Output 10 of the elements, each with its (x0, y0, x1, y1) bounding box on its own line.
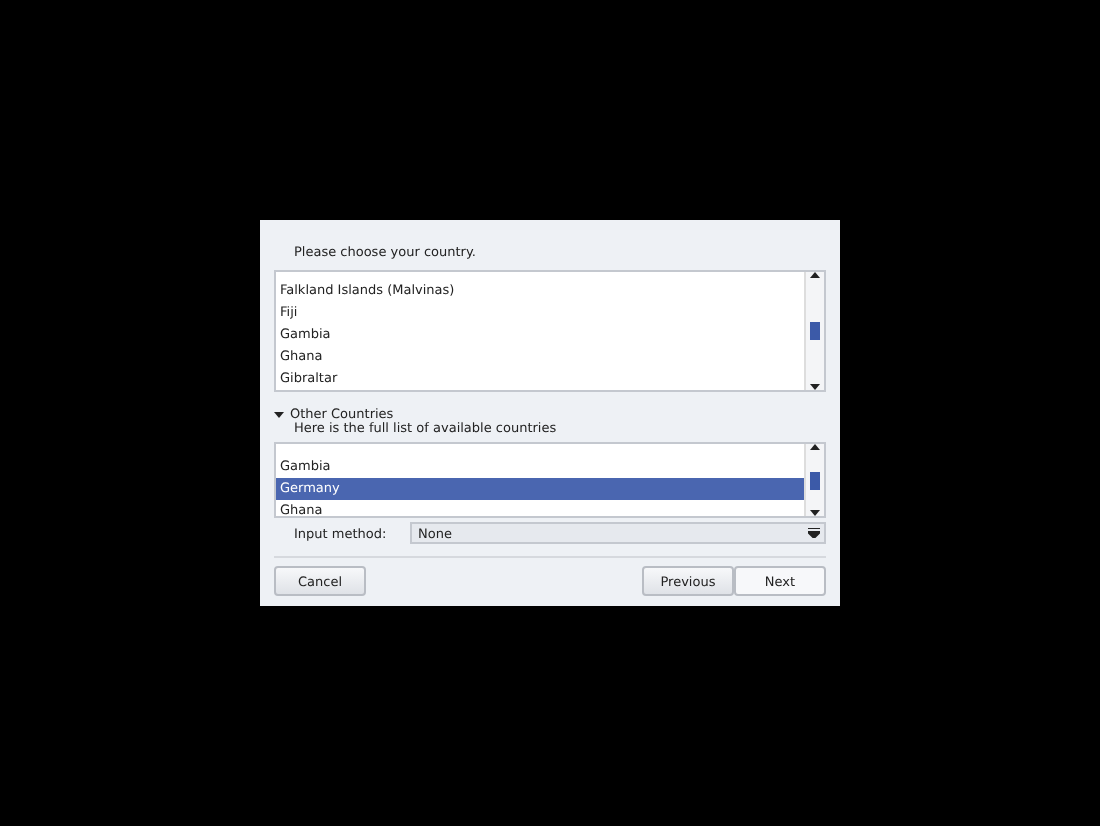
scrollbar[interactable] (804, 272, 824, 390)
scroll-up-arrow-icon[interactable] (810, 444, 820, 450)
scroll-down-arrow-icon[interactable] (810, 384, 820, 390)
dropdown-arrow-icon (808, 528, 820, 538)
scrollbar-thumb[interactable] (810, 471, 820, 489)
scrollbar[interactable] (804, 444, 824, 516)
scrollbar-thumb[interactable] (810, 322, 820, 340)
scroll-down-arrow-icon[interactable] (810, 510, 820, 516)
triangle-down-icon (274, 409, 284, 419)
scroll-up-arrow-icon[interactable] (810, 272, 820, 278)
